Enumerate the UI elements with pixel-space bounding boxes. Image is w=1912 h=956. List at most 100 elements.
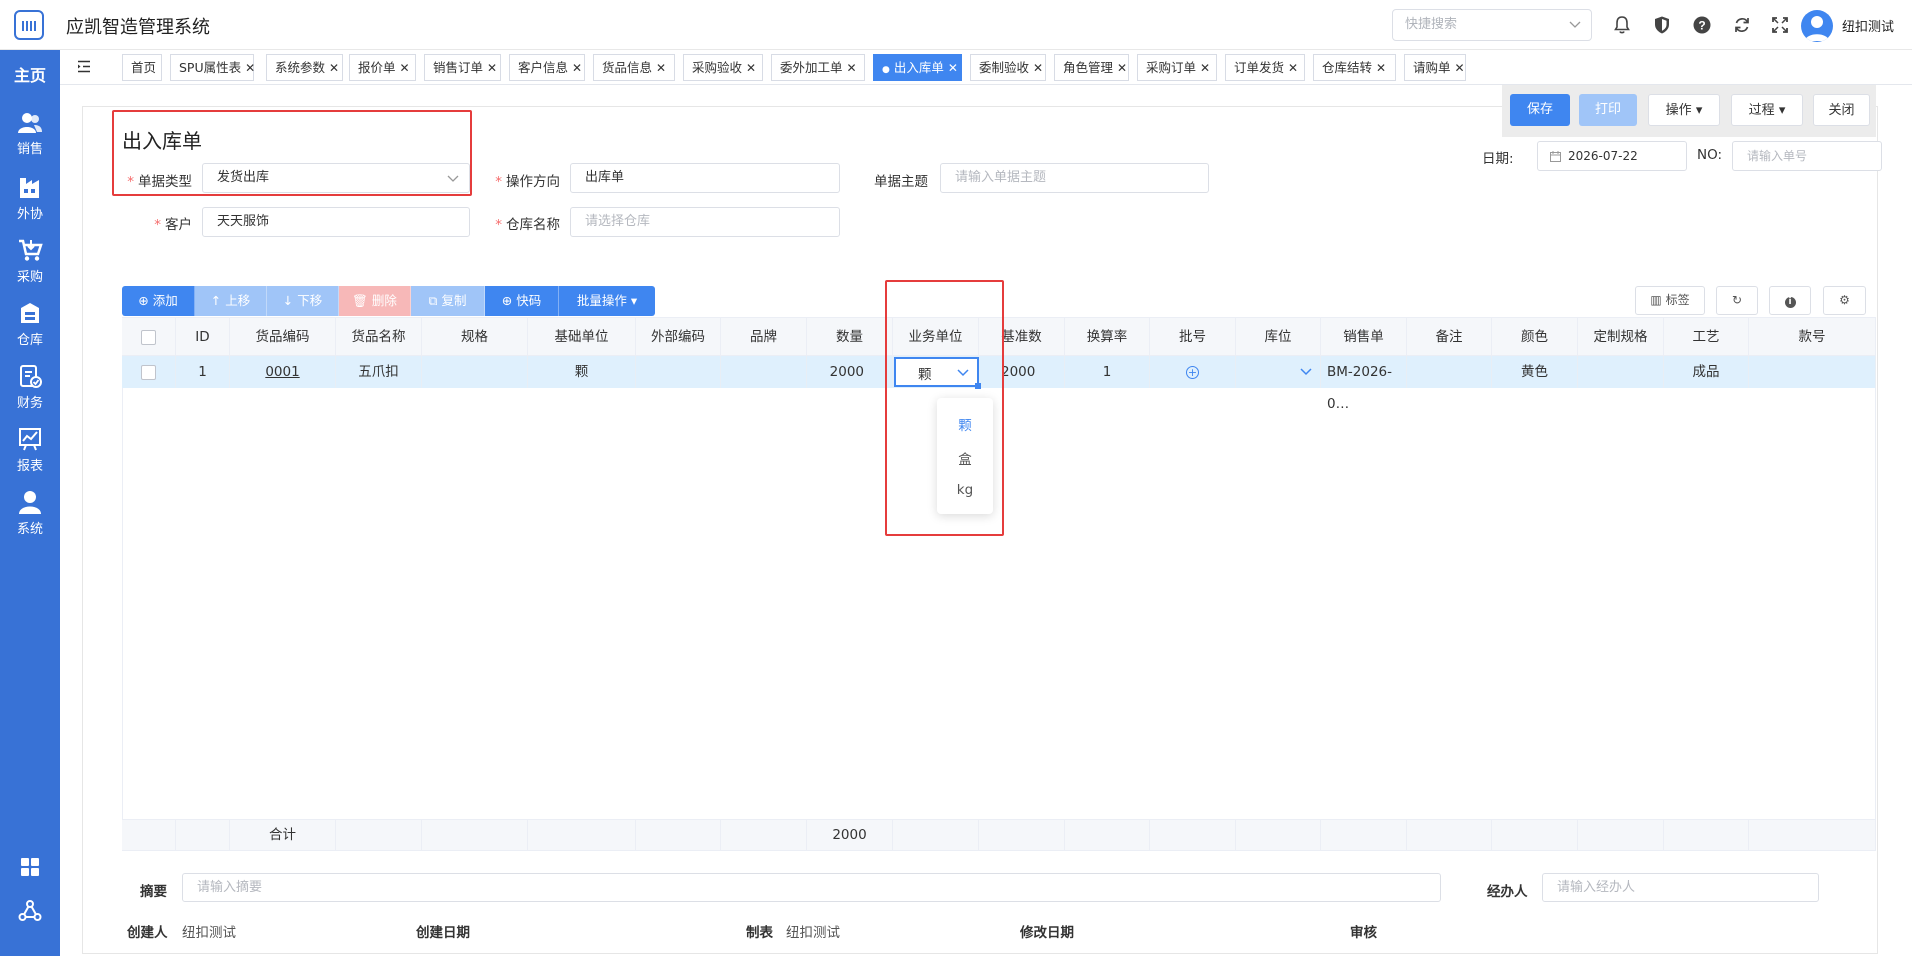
tab-item[interactable]: 货品信息 ✕ — [593, 54, 675, 81]
table-cell[interactable]: 黄色 — [1492, 356, 1578, 388]
table-cell[interactable]: 颗 — [528, 356, 636, 388]
apps-grid-icon[interactable] — [20, 857, 40, 877]
table-cell[interactable]: + — [1150, 356, 1236, 388]
close-icon[interactable]: ✕ — [1376, 61, 1386, 75]
row-checkbox-cell[interactable] — [122, 356, 176, 388]
warehouse-select[interactable]: 请选择仓库 — [570, 207, 840, 237]
table-cell[interactable]: 五爪扣 — [336, 356, 422, 388]
avatar[interactable] — [1801, 10, 1833, 42]
close-icon[interactable]: ✕ — [329, 61, 339, 75]
close-icon[interactable]: ✕ — [1200, 61, 1210, 75]
close-icon[interactable]: ✕ — [1455, 61, 1465, 75]
subject-input[interactable]: 请输入单据主题 — [940, 163, 1209, 193]
unit-option[interactable]: 盒 — [937, 448, 993, 468]
tab-item[interactable]: SPU属性表 ✕ — [170, 54, 255, 81]
shield-icon[interactable] — [1652, 15, 1672, 35]
tab-item[interactable]: 首页 — [122, 54, 162, 81]
tab-item[interactable]: ● 出入库单 ✕ — [873, 54, 962, 81]
tab-item[interactable]: 委制验收 ✕ — [970, 54, 1046, 81]
close-icon[interactable]: ✕ — [1033, 61, 1043, 75]
close-icon[interactable]: ✕ — [1117, 61, 1127, 75]
table-cell[interactable] — [422, 356, 528, 388]
sidebar-item-system[interactable]: 系统 — [0, 489, 60, 537]
tab-item[interactable]: 请购单 ✕ — [1404, 54, 1466, 81]
label-button[interactable]: ▥ 标签 — [1635, 286, 1705, 315]
grid-info-button[interactable]: i — [1769, 286, 1811, 315]
delete-button[interactable]: 🗑 删除 — [339, 286, 411, 316]
table-cell[interactable] — [1407, 356, 1492, 388]
sidebar-item-home[interactable]: 主页 — [0, 62, 60, 86]
close-icon[interactable]: ✕ — [948, 61, 958, 75]
unit-option[interactable]: kg — [937, 482, 993, 498]
search-input[interactable]: 快捷搜索 — [1392, 9, 1592, 41]
biz-unit-select[interactable]: 颗 — [894, 357, 981, 389]
tab-item[interactable]: 仓库结转 ✕ — [1313, 54, 1396, 81]
sidebar-item-outsource[interactable]: 外协 — [0, 174, 60, 222]
customer-field[interactable]: 天天服饰 — [202, 207, 470, 237]
summary-input[interactable]: 请输入摘要 — [182, 873, 1441, 902]
table-cell[interactable]: 1 — [1065, 356, 1150, 388]
close-icon[interactable]: ✕ — [1288, 61, 1298, 75]
copy-button[interactable]: ⧉ 复制 — [411, 286, 485, 316]
table-cell[interactable] — [1749, 356, 1876, 388]
sidebar-item-sales[interactable]: 销售 — [0, 111, 60, 157]
close-icon[interactable]: ✕ — [746, 61, 756, 75]
tab-item[interactable]: 角色管理 ✕ — [1054, 54, 1129, 81]
tab-item[interactable]: 报价单 ✕ — [349, 54, 416, 81]
date-field[interactable]: 2026-07-22 — [1537, 141, 1687, 171]
print-button[interactable]: 打印 — [1579, 94, 1637, 126]
grid-refresh-button[interactable]: ↻ — [1716, 286, 1758, 315]
username[interactable]: 纽扣测试 — [1842, 16, 1894, 35]
table-cell[interactable]: 1 — [176, 356, 230, 388]
close-icon[interactable]: ✕ — [847, 61, 857, 75]
close-icon[interactable]: ✕ — [400, 61, 410, 75]
fullscreen-icon[interactable] — [1770, 15, 1790, 35]
table-cell[interactable] — [721, 356, 807, 388]
table-cell[interactable]: BM-2026-0… — [1321, 356, 1407, 412]
sidebar-item-finance[interactable]: 财务 — [0, 363, 60, 411]
table-cell[interactable]: 2000 — [807, 356, 893, 388]
quick-code-button[interactable]: ⊕ 快码 — [485, 286, 559, 316]
grid-settings-button[interactable]: ⚙ — [1823, 286, 1866, 315]
process-dropdown-button[interactable]: 过程 ▾ — [1731, 94, 1803, 126]
close-icon[interactable]: ✕ — [572, 61, 582, 75]
add-button[interactable]: ⊕ 添加 — [122, 286, 195, 316]
product-code-link[interactable]: 0001 — [265, 364, 299, 380]
close-icon[interactable]: ✕ — [487, 61, 497, 75]
table-cell[interactable] — [1236, 356, 1321, 388]
table-cell[interactable]: 0001 — [230, 356, 336, 388]
save-button[interactable]: 保存 — [1510, 94, 1570, 126]
close-icon[interactable]: ✕ — [245, 61, 255, 75]
close-button[interactable]: 关闭 — [1813, 94, 1870, 126]
menu-fold-icon[interactable] — [77, 60, 91, 73]
move-down-button[interactable]: ↓ 下移 — [267, 286, 339, 316]
help-icon[interactable]: ? — [1692, 15, 1712, 35]
bell-icon[interactable] — [1612, 15, 1632, 35]
add-batch-icon[interactable]: + — [1186, 366, 1199, 379]
share-network-icon[interactable] — [18, 899, 42, 923]
tab-item[interactable]: 采购验收 ✕ — [683, 54, 763, 81]
tab-item[interactable]: 销售订单 ✕ — [424, 54, 501, 81]
operate-dropdown-button[interactable]: 操作 ▾ — [1648, 94, 1720, 126]
tab-item[interactable]: 客户信息 ✕ — [509, 54, 585, 81]
batch-operation-button[interactable]: 批量操作 ▾ — [559, 286, 655, 316]
tab-item[interactable]: 采购订单 ✕ — [1137, 54, 1217, 81]
sidebar-item-warehouse[interactable]: 仓库 — [0, 300, 60, 348]
close-icon[interactable]: ✕ — [656, 61, 666, 75]
table-cell[interactable] — [636, 356, 721, 388]
unit-option[interactable]: 颗 — [937, 414, 993, 434]
direction-field[interactable]: 出库单 — [570, 163, 840, 193]
handler-input[interactable]: 请输入经办人 — [1542, 873, 1819, 902]
no-input[interactable]: 请输入单号 — [1732, 141, 1882, 171]
refresh-icon[interactable] — [1732, 15, 1752, 35]
doc-type-select[interactable]: 发货出库 — [202, 163, 470, 193]
sidebar-item-purchase[interactable]: 采购 — [0, 237, 60, 285]
checkbox[interactable] — [141, 364, 156, 380]
tab-item[interactable]: 订单发货 ✕ — [1225, 54, 1305, 81]
table-cell[interactable] — [1578, 356, 1664, 388]
sidebar-item-report[interactable]: 报表 — [0, 426, 60, 474]
tab-item[interactable]: 委外加工单 ✕ — [771, 54, 865, 81]
move-up-button[interactable]: ↑ 上移 — [195, 286, 267, 316]
table-cell[interactable]: 成品 — [1664, 356, 1749, 388]
checkbox[interactable] — [141, 329, 156, 345]
